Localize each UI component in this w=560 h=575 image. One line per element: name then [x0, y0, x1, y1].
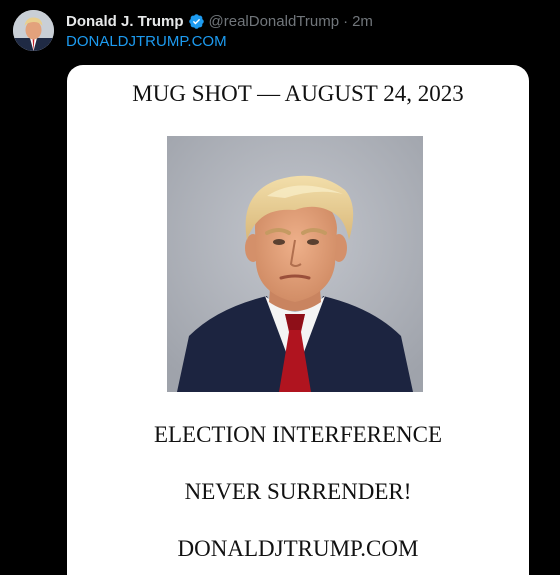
image-caption-line-1: ELECTION INTERFERENCE [153, 422, 443, 447]
image-caption-line-2: NEVER SURRENDER! [184, 479, 412, 504]
handle[interactable]: @realDonaldTrump [209, 13, 340, 30]
tweet-media-image[interactable]: MUG SHOT — AUGUST 24, 2023 ELECTION INTE… [67, 65, 529, 575]
timestamp[interactable]: 2m [352, 13, 373, 30]
verified-badge-icon[interactable] [188, 13, 205, 30]
mugshot-photo [167, 136, 423, 392]
image-caption-line-3: DONALDJTRUMP.COM [177, 536, 419, 561]
avatar[interactable] [13, 10, 54, 51]
tweet-header: Donald J. Trump @realDonaldTrump · 2m [66, 10, 373, 32]
display-name[interactable]: Donald J. Trump [66, 13, 184, 30]
tweet[interactable]: Donald J. Trump @realDonaldTrump · 2m DO… [0, 0, 560, 575]
avatar-image [13, 10, 54, 51]
image-title: MUG SHOT — AUGUST 24, 2023 [132, 81, 464, 106]
tweet-link[interactable]: DONALDJTRUMP.COM [66, 33, 227, 50]
separator-dot: · [343, 12, 349, 30]
